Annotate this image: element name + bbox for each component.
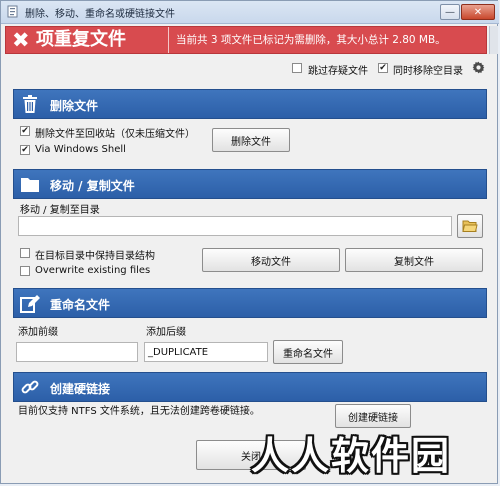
site-watermark: 人人软件园: [251, 434, 452, 478]
move-section-header: 移动 / 复制文件: [13, 169, 487, 199]
target-dir-input[interactable]: [18, 216, 452, 236]
close-x-icon: ✖: [12, 28, 30, 52]
trash-icon: [23, 95, 37, 113]
overwrite-checkbox[interactable]: [20, 266, 30, 276]
minimize-button[interactable]: —: [440, 4, 460, 20]
hardlink-section-header: 创建硬链接: [13, 372, 487, 402]
windows-shell-checkbox[interactable]: ✔: [20, 145, 30, 155]
banner-message: 当前共 3 项文件已标记为需删除，其大小总计 2.80 MB。: [176, 34, 446, 46]
folder-icon: [21, 178, 39, 192]
recycle-bin-label: 删除文件至回收站（仅未压缩文件）: [35, 129, 195, 140]
rename-section-title: 重命名文件: [50, 298, 111, 312]
overwrite-label: Overwrite existing files: [35, 265, 151, 276]
move-section-title: 移动 / 复制文件: [50, 179, 135, 193]
suffix-label: 添加后缀: [146, 327, 186, 338]
skip-suspect-label: 跳过存疑文件: [308, 66, 368, 77]
move-files-button[interactable]: 移动文件: [202, 248, 340, 272]
browse-folder-button[interactable]: [457, 214, 483, 238]
delete-section-header: 删除文件: [13, 89, 487, 119]
app-icon: [7, 5, 18, 18]
window-title: 删除、移动、重命名或硬链接文件: [25, 9, 175, 20]
copy-files-button[interactable]: 复制文件: [345, 248, 483, 272]
recycle-bin-checkbox[interactable]: ✔: [20, 126, 30, 136]
target-dir-label: 移动 / 复制至目录: [20, 205, 100, 216]
remove-empty-dirs-checkbox[interactable]: ✔: [378, 63, 388, 73]
open-folder-icon: [462, 220, 478, 232]
banner-scrollbar[interactable]: [489, 26, 498, 54]
banner-title: 项重复文件: [36, 29, 126, 50]
edit-icon: [20, 295, 40, 313]
close-window-button[interactable]: ✕: [461, 4, 495, 20]
delete-section-title: 删除文件: [50, 99, 99, 113]
delete-files-button[interactable]: 删除文件: [212, 128, 290, 152]
rename-section-header: 重命名文件: [13, 288, 487, 318]
hardlink-section-title: 创建硬链接: [50, 382, 111, 396]
prefix-label: 添加前缀: [18, 327, 58, 338]
windows-shell-label: Via Windows Shell: [35, 144, 126, 155]
title-bar[interactable]: 删除、移动、重命名或硬链接文件 — ✕: [1, 1, 499, 24]
banner-divider: [168, 27, 169, 53]
hardlink-note: 目前仅支持 NTFS 文件系统，且无法创建跨卷硬链接。: [18, 406, 260, 417]
dialog-window: 删除、移动、重命名或硬链接文件 — ✕ ✖ 项重复文件 当前共 3 项文件已标记…: [0, 0, 499, 484]
skip-suspect-checkbox[interactable]: [292, 63, 302, 73]
prefix-input[interactable]: [16, 342, 138, 362]
remove-empty-dirs-label: 同时移除空目录: [393, 66, 463, 77]
duplicate-banner: ✖ 项重复文件 当前共 3 项文件已标记为需删除，其大小总计 2.80 MB。: [5, 26, 487, 54]
rename-files-button[interactable]: 重命名文件: [273, 340, 343, 364]
keep-structure-label: 在目标目录中保持目录结构: [35, 251, 155, 262]
suffix-input[interactable]: _DUPLICATE: [144, 342, 268, 362]
keep-structure-checkbox[interactable]: [20, 248, 30, 258]
gear-icon[interactable]: [472, 61, 485, 74]
link-icon: [21, 380, 39, 394]
